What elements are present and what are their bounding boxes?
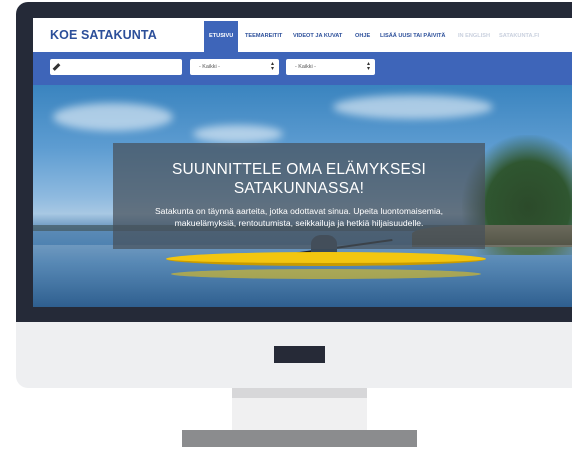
region-select-value: - Kaikki - [295, 64, 316, 70]
nav-item-satakunta-fi[interactable]: SATAKUNTA.FI [499, 21, 539, 52]
updown-arrows-icon: ▴ ▾ [366, 61, 370, 72]
category-select[interactable]: - Kaikki - ▴ ▾ [190, 59, 279, 75]
monitor-stand-base [182, 430, 417, 447]
hero-lead-text: Satakunta on täynnä aarteita, jotka odot… [154, 206, 444, 228]
top-navigation: KOE SATAKUNTA ETUSIVU TEEMAREITIT VIDEOT… [33, 18, 572, 52]
nav-item-etusivu[interactable]: ETUSIVU [204, 21, 239, 52]
hero-kayak-reflection [171, 269, 481, 279]
search-text-field[interactable] [50, 59, 182, 75]
nav-item-videot-ja-kuvat[interactable]: VIDEOT JA KUVAT [293, 21, 342, 52]
hero-banner: SUUNNITTELE OMA ELÄMYKSESI SATAKUNNASSA!… [33, 85, 572, 307]
hero-kayak [166, 252, 486, 266]
hero-cloud [333, 95, 493, 119]
nav-item-lisaa-uusi[interactable]: LISÄÄ UUSI TAI PÄIVITÄ [380, 21, 445, 52]
site-logo[interactable]: KOE SATAKUNTA [50, 28, 157, 42]
nav-item-teemareitit[interactable]: TEEMAREITIT [245, 21, 282, 52]
website-screen: KOE SATAKUNTA ETUSIVU TEEMAREITIT VIDEOT… [33, 18, 572, 307]
monitor-stand-neck [232, 388, 367, 430]
search-bar: - Kaikki - ▴ ▾ - Kaikki - ▴ ▾ [33, 52, 572, 85]
hero-cloud [193, 125, 283, 143]
region-select[interactable]: - Kaikki - ▴ ▾ [286, 59, 375, 75]
nav-item-ohje[interactable]: OHJE [355, 21, 370, 52]
updown-arrows-icon: ▴ ▾ [270, 61, 274, 72]
pencil-icon [52, 63, 61, 71]
hero-cloud [53, 103, 173, 131]
hero-headline: SUUNNITTELE OMA ELÄMYKSESI SATAKUNNASSA! [171, 161, 427, 197]
nav-item-in-english[interactable]: IN ENGLISH [458, 21, 490, 52]
category-select-value: - Kaikki - [199, 64, 220, 70]
monitor-logo-badge [274, 346, 325, 363]
